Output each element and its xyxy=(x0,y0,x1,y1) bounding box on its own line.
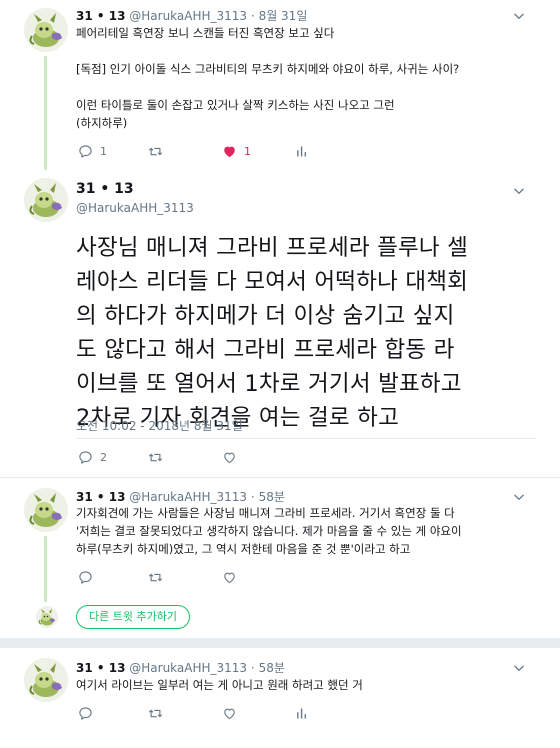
display-name[interactable]: 31 • 13 xyxy=(76,661,125,675)
thread-line xyxy=(44,536,47,602)
tweet-line xyxy=(76,42,459,60)
divider xyxy=(0,638,560,648)
retweet-button[interactable] xyxy=(148,448,170,466)
tweet-text: 페어리테일 흑연장 보니 스캔들 터진 흑연장 보고 싶다 [독점] 인기 아이… xyxy=(76,24,459,132)
retweet-icon xyxy=(148,450,163,465)
tweet-header: 31 • 13 @HarukaAHH_3113 · 8월 31일 xyxy=(76,7,307,24)
like-button[interactable] xyxy=(222,568,244,586)
like-icon xyxy=(222,450,237,465)
tweet-time[interactable]: 8월 31일 xyxy=(259,9,308,23)
tweet-text: 기자회견에 가는 사람들은 사장님 매니져 그라비 프로세라. 거기서 흑연장 … xyxy=(76,504,462,558)
display-name[interactable]: 31 • 13 xyxy=(76,9,125,23)
tweet-header: 31 • 13 @HarukaAHH_3113 · 58분 xyxy=(76,659,285,676)
like-button[interactable] xyxy=(222,448,244,466)
tweet-line: 여기서 라이브는 일부러 여는 게 아니고 원래 하려고 했던 거 xyxy=(76,678,363,692)
user-handle[interactable]: @HarukaAHH_3113 xyxy=(129,490,247,504)
analytics-button[interactable] xyxy=(294,142,309,160)
retweet-icon xyxy=(148,144,163,159)
tweet-4[interactable]: 31 • 13 @HarukaAHH_3113 · 58분 여기서 라이브는 일… xyxy=(0,648,560,748)
tweet-line: 의 하다가 하지메가 더 이상 숨기고 싶지 xyxy=(76,303,455,329)
retweet-button[interactable] xyxy=(148,568,170,586)
tweet-time[interactable]: 58분 xyxy=(259,490,285,504)
like-count: 1 xyxy=(244,144,251,158)
tweet-line: 기자회견에 가는 사람들은 사장님 매니져 그라비 프로세라. 거기서 흑연장 … xyxy=(76,506,455,520)
tweet-text: 사장님 매니져 그라비 프로세라 플루나 셀 레아스 리더들 다 모여서 어떡하… xyxy=(76,231,546,435)
reply-icon xyxy=(78,450,93,465)
tweet-line: 도 않다고 해서 그라비 프로세라 합동 라 xyxy=(76,337,455,363)
tweet-line xyxy=(76,78,459,96)
retweet-button[interactable] xyxy=(148,704,163,722)
thread-line xyxy=(44,56,47,170)
user-handle[interactable]: @HarukaAHH_3113 xyxy=(129,9,247,23)
tweet-line: 이브를 또 열어서 1차로 거기서 발표하고 xyxy=(76,371,462,397)
reply-icon xyxy=(78,144,93,159)
chevron-down-icon[interactable] xyxy=(512,9,526,23)
reply-icon xyxy=(78,570,93,585)
tweet-header: 31 • 13 @HarukaAHH_3113 · 58분 xyxy=(76,488,285,505)
analytics-button[interactable] xyxy=(294,704,309,722)
tweet-timestamp[interactable]: 오전 10:02 - 2018년 8월 31일 xyxy=(76,417,243,434)
reply-count: 1 xyxy=(100,144,107,158)
tweet-1[interactable]: 31 • 13 @HarukaAHH_3113 · 8월 31일 페어리테일 흑… xyxy=(0,0,560,172)
like-icon xyxy=(222,570,237,585)
avatar[interactable] xyxy=(24,658,68,702)
like-button[interactable] xyxy=(222,704,237,722)
reply-count: 2 xyxy=(100,450,107,464)
tweet-text: 여기서 라이브는 일부러 여는 게 아니고 원래 하려고 했던 거 xyxy=(76,676,363,694)
analytics-icon xyxy=(294,706,309,721)
retweet-button[interactable] xyxy=(148,142,170,160)
chevron-down-icon[interactable] xyxy=(512,490,526,504)
avatar[interactable] xyxy=(24,488,68,532)
chevron-down-icon[interactable] xyxy=(512,184,526,198)
like-icon xyxy=(222,706,237,721)
like-icon xyxy=(222,144,237,159)
reply-button[interactable] xyxy=(78,704,93,722)
retweet-icon xyxy=(148,570,163,585)
tweet-line: 사장님 매니져 그라비 프로세라 플루나 셀 xyxy=(76,235,469,261)
separator-dot: · xyxy=(250,9,255,23)
tweet-line: (하지하루) xyxy=(76,116,128,130)
divider xyxy=(76,438,536,439)
separator-dot: · xyxy=(250,490,255,504)
reply-button[interactable]: 1 xyxy=(78,142,107,160)
separator-dot: · xyxy=(250,661,255,675)
reply-button[interactable] xyxy=(78,568,100,586)
avatar[interactable] xyxy=(24,8,68,52)
display-name[interactable]: 31 • 13 xyxy=(76,181,134,197)
chevron-down-icon[interactable] xyxy=(512,661,526,675)
add-another-tweet-button[interactable]: 다른 트윗 추가하기 xyxy=(76,605,190,629)
user-handle[interactable]: @HarukaAHH_3113 xyxy=(76,201,194,215)
tweet-line: '저희는 결코 잘못되었다고 생각하지 않습니다. 제가 마음을 줄 수 있는 … xyxy=(76,524,462,538)
tweet-line: 페어리테일 흑연장 보니 스캔들 터진 흑연장 보고 싶다 xyxy=(76,26,335,40)
tweet-line: [독점] 인기 아이돌 식스 그라비티의 무츠키 하지메와 야요이 하루, 사귀… xyxy=(76,62,460,76)
reply-icon xyxy=(78,706,93,721)
like-button[interactable]: 1 xyxy=(222,142,251,160)
tweet-line: 레아스 리더들 다 모여서 어떡하나 대책회 xyxy=(76,269,469,295)
user-handle[interactable]: @HarukaAHH_3113 xyxy=(129,661,247,675)
retweet-icon xyxy=(148,706,163,721)
reply-button[interactable]: 2 xyxy=(78,448,107,466)
avatar[interactable] xyxy=(24,178,68,222)
display-name[interactable]: 31 • 13 xyxy=(76,490,125,504)
tweet-time[interactable]: 58분 xyxy=(259,661,285,675)
tweet-line: 이런 타이틀로 둘이 손잡고 있거나 살짝 키스하는 사진 나오고 그런 xyxy=(76,98,395,112)
avatar[interactable] xyxy=(36,606,58,628)
analytics-icon xyxy=(294,144,309,159)
tweet-line: 하루(무츠키 하지메)였고, 그 역시 저한테 마음을 준 것 뿐'이라고 하고 xyxy=(76,542,411,556)
